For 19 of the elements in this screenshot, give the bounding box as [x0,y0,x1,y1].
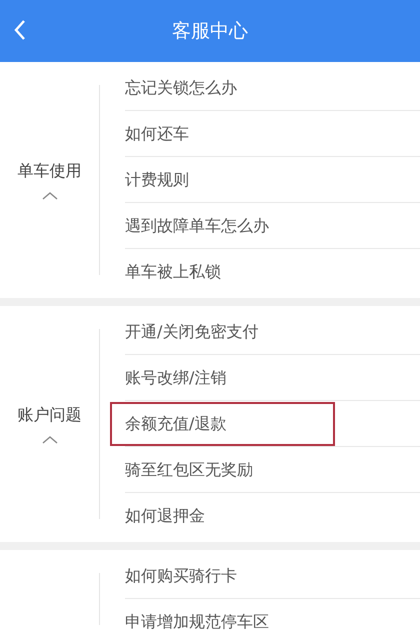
category-label: 单车使用 [18,160,82,182]
category-label: 账户问题 [18,404,82,426]
help-item[interactable]: 遇到故障单车怎么办 [110,204,335,248]
help-item[interactable]: 忘记关锁怎么办 [110,66,335,110]
help-item[interactable]: 如何购买骑行卡 [110,554,335,598]
help-item[interactable]: 账号改绑/注销 [110,356,335,400]
caret-icon[interactable] [42,435,58,445]
help-item[interactable]: 余额充值/退款 [110,402,335,446]
help-item[interactable]: 骑至红包区无奖励 [110,448,335,492]
help-item[interactable]: 如何退押金 [110,494,335,538]
caret-icon[interactable] [42,191,58,201]
help-item[interactable]: 如何还车 [110,112,335,156]
back-icon [14,19,26,41]
help-item[interactable]: 单车被上私锁 [110,250,335,294]
page-title: 客服中心 [172,18,248,44]
help-item[interactable]: 申请增加规范停车区 [110,600,335,643]
help-item[interactable]: 计费规则 [110,158,335,202]
help-item[interactable]: 开通/关闭免密支付 [110,310,335,354]
back-button[interactable] [14,19,26,41]
